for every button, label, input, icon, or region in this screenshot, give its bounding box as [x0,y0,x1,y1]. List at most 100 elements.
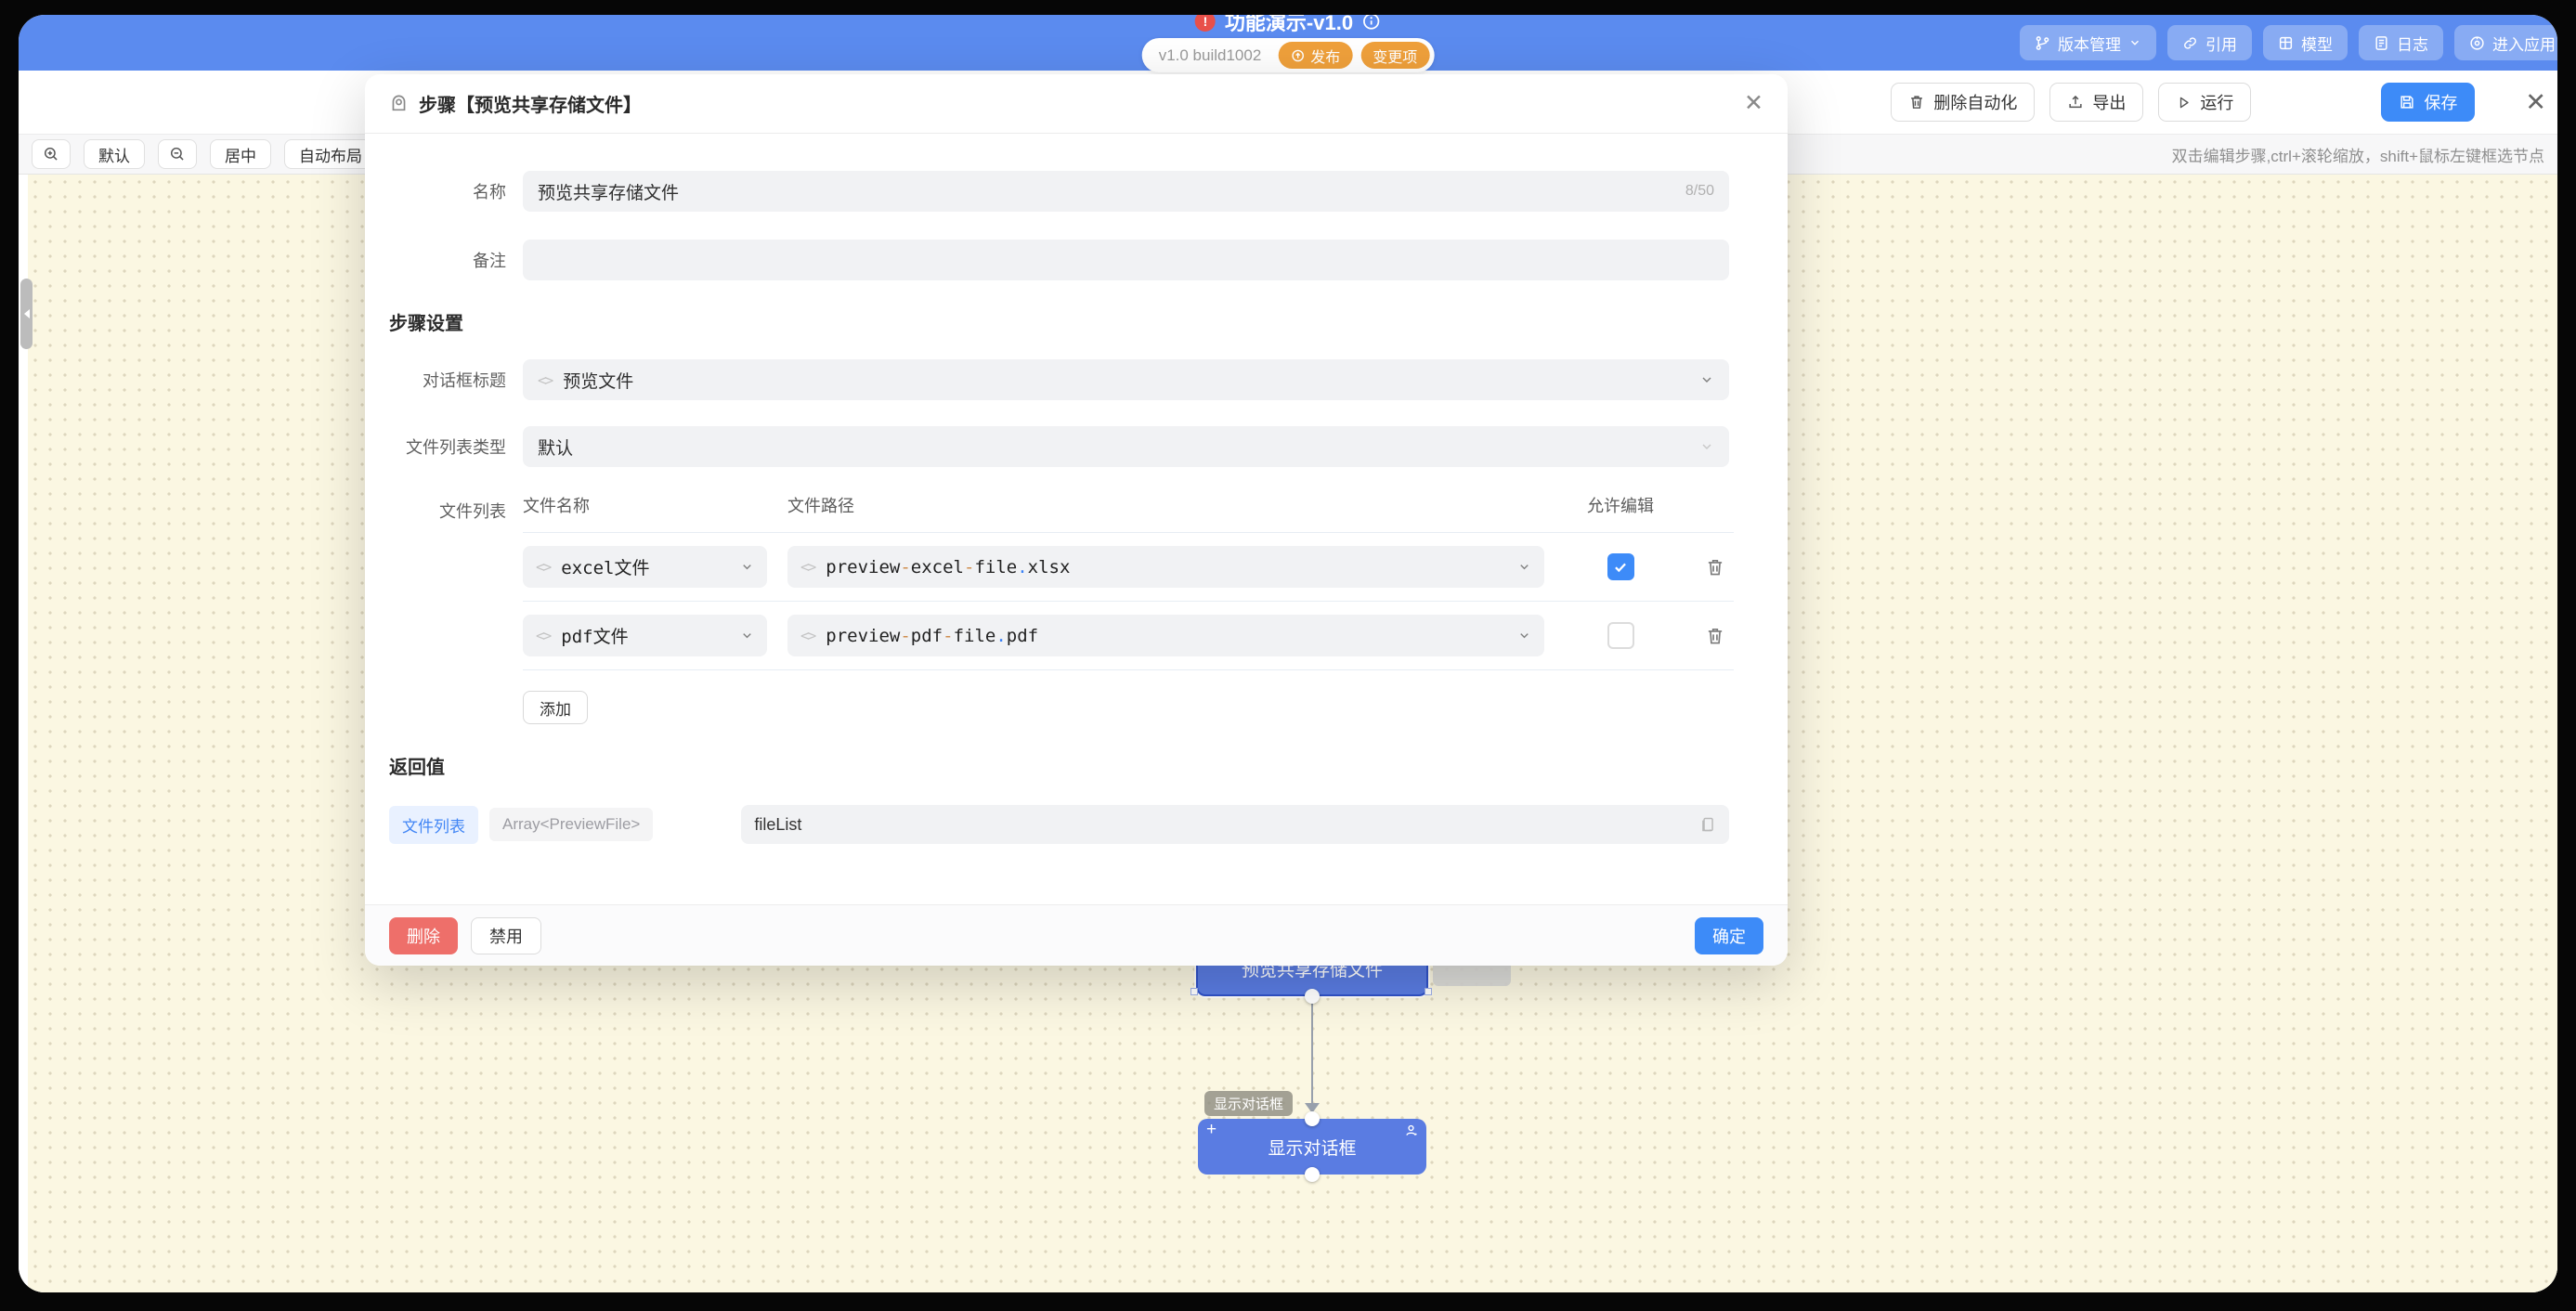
name-input[interactable]: 预览共享存储文件 8/50 [523,171,1729,212]
panel-collapse-handle[interactable] [20,279,33,349]
modal-close-icon[interactable]: ✕ [1744,92,1763,115]
allow-edit-checkbox[interactable] [1607,622,1634,649]
file-path-input[interactable]: <> preview-excel-file.xlsx [787,546,1544,588]
delete-row-button[interactable] [1705,626,1725,646]
zoom-out-button[interactable] [158,139,197,169]
step-settings-title: 步骤设置 [389,308,1729,335]
code-icon: <> [536,558,550,576]
file-path-input[interactable]: <> preview-pdf-file.pdf [787,615,1544,656]
user-icon [1404,1123,1419,1138]
dialog-title-select[interactable]: <> 预览文件 [523,359,1729,400]
run-button[interactable]: 运行 [2158,83,2251,122]
file-path-value: preview-excel-file.xlsx [826,557,1070,578]
canvas-hint-text: 双击编辑步骤,ctrl+滚轮缩放，shift+鼠标左键框选节点 [2172,143,2544,166]
return-type-detail-badge: Array<PreviewFile> [489,808,653,841]
confirm-button[interactable]: 确定 [1695,917,1763,954]
file-list-label: 文件列表 [365,493,523,523]
modal-body: 名称 预览共享存储文件 8/50 备注 步骤设置 对话框标题 <> 预览文件 [365,134,1788,904]
save-icon [2399,94,2415,110]
zoom-in-icon [43,146,59,162]
file-name-value: pdf文件 [561,623,628,648]
flow-edge [1311,996,1313,1108]
list-type-row: 文件列表类型 默认 [365,426,1729,467]
window-close-icon[interactable]: ✕ [2525,90,2546,115]
flow-node-show-dialog[interactable]: + 显示对话框 [1198,1119,1426,1175]
return-value: fileList [754,815,801,835]
target-icon [2469,35,2485,51]
file-table-header: 文件名称 文件路径 允许编辑 [523,493,1734,517]
return-value-title: 返回值 [389,752,1729,779]
zoom-default-button[interactable]: 默认 [84,139,145,169]
delete-row-button[interactable] [1705,557,1725,578]
file-row: <> pdf文件 <> preview-pdf-file.pdf [523,602,1734,669]
chevron-down-icon [1699,439,1714,454]
char-counter: 8/50 [1685,183,1714,200]
topbar-center: ! 功能演示-v1.0 v1.0 build1002 发布 变更项 [1142,15,1435,72]
file-row: <> excel文件 <> preview-excel-file.xlsx [523,533,1734,601]
collapse-left-icon [24,309,30,318]
return-value-input[interactable]: fileList [741,805,1729,844]
save-button[interactable]: 保存 [2381,83,2475,122]
name-value: 预览共享存储文件 [538,179,679,204]
delete-automation-button[interactable]: 删除自动化 [1891,83,2035,122]
export-icon [2067,94,2084,110]
zoom-out-icon [169,146,186,162]
remark-label: 备注 [365,248,523,272]
auto-layout-button[interactable]: 自动布局 [284,139,377,169]
chevron-down-icon [2128,36,2141,49]
export-button[interactable]: 导出 [2049,83,2143,122]
title-row: ! 功能演示-v1.0 [1195,15,1381,36]
check-icon [1612,559,1629,576]
delete-step-button[interactable]: 删除 [389,917,458,954]
file-table: 文件名称 文件路径 允许编辑 <> excel文件 [523,493,1734,724]
modal-title: 步骤【预览共享存储文件】 [419,90,642,117]
enter-app-button[interactable]: 进入应用 [2454,25,2557,60]
version-manage-button[interactable]: 版本管理 [2020,25,2156,60]
remark-input[interactable] [523,240,1729,280]
allow-edit-checkbox[interactable] [1607,553,1634,580]
model-button[interactable]: 模型 [2263,25,2348,60]
reference-button[interactable]: 引用 [2167,25,2252,60]
file-name-value: excel文件 [561,554,649,579]
return-type-badge: 文件列表 [389,806,478,844]
changes-button[interactable]: 变更项 [1360,42,1429,69]
node-label-remnant [1433,966,1511,986]
info-icon[interactable] [1362,15,1381,31]
code-icon: <> [800,627,814,644]
page-title: 功能演示-v1.0 [1225,15,1353,36]
code-icon: <> [800,558,814,576]
version-pill: v1.0 build1002 发布 变更项 [1142,38,1435,72]
disable-step-button[interactable]: 禁用 [471,917,541,954]
zoom-in-button[interactable] [32,139,71,169]
connector-dot[interactable] [1305,1111,1320,1126]
trash-icon [1705,557,1725,578]
name-row: 名称 预览共享存储文件 8/50 [365,171,1729,212]
logs-button[interactable]: 日志 [2359,25,2443,60]
file-name-select[interactable]: <> excel文件 [523,546,767,588]
modal-header: 步骤【预览共享存储文件】 ✕ [365,74,1788,134]
col-file-path: 文件路径 [787,493,1544,517]
selection-handle[interactable] [1425,988,1432,995]
file-name-select[interactable]: <> pdf文件 [523,615,767,656]
col-allow-edit: 允许编辑 [1565,493,1676,517]
trash-icon [1705,626,1725,646]
edge-tag: 显示对话框 [1204,1091,1293,1116]
node-label: 显示对话框 [1268,1135,1356,1160]
connector-dot[interactable] [1305,1167,1320,1182]
step-icon [389,94,409,113]
connector-dot[interactable] [1305,989,1320,1004]
copy-icon[interactable] [1699,816,1716,833]
add-file-button[interactable]: 添加 [523,691,588,724]
version-text: v1.0 build1002 [1159,46,1262,65]
publish-button[interactable]: 发布 [1278,42,1352,69]
list-type-select[interactable]: 默认 [523,426,1729,467]
selection-handle[interactable] [1190,988,1198,995]
node-add-icon[interactable]: + [1206,1120,1216,1140]
step-modal: 步骤【预览共享存储文件】 ✕ 名称 预览共享存储文件 8/50 备注 步骤设置 … [365,74,1788,966]
top-bar: ! 功能演示-v1.0 v1.0 build1002 发布 变更项 [19,15,2557,71]
app-window: ! 功能演示-v1.0 v1.0 build1002 发布 变更项 [19,15,2557,1292]
center-button[interactable]: 居中 [210,139,271,169]
code-icon: <> [538,371,552,389]
chevron-down-icon [740,629,754,643]
chevron-down-icon [740,560,754,574]
